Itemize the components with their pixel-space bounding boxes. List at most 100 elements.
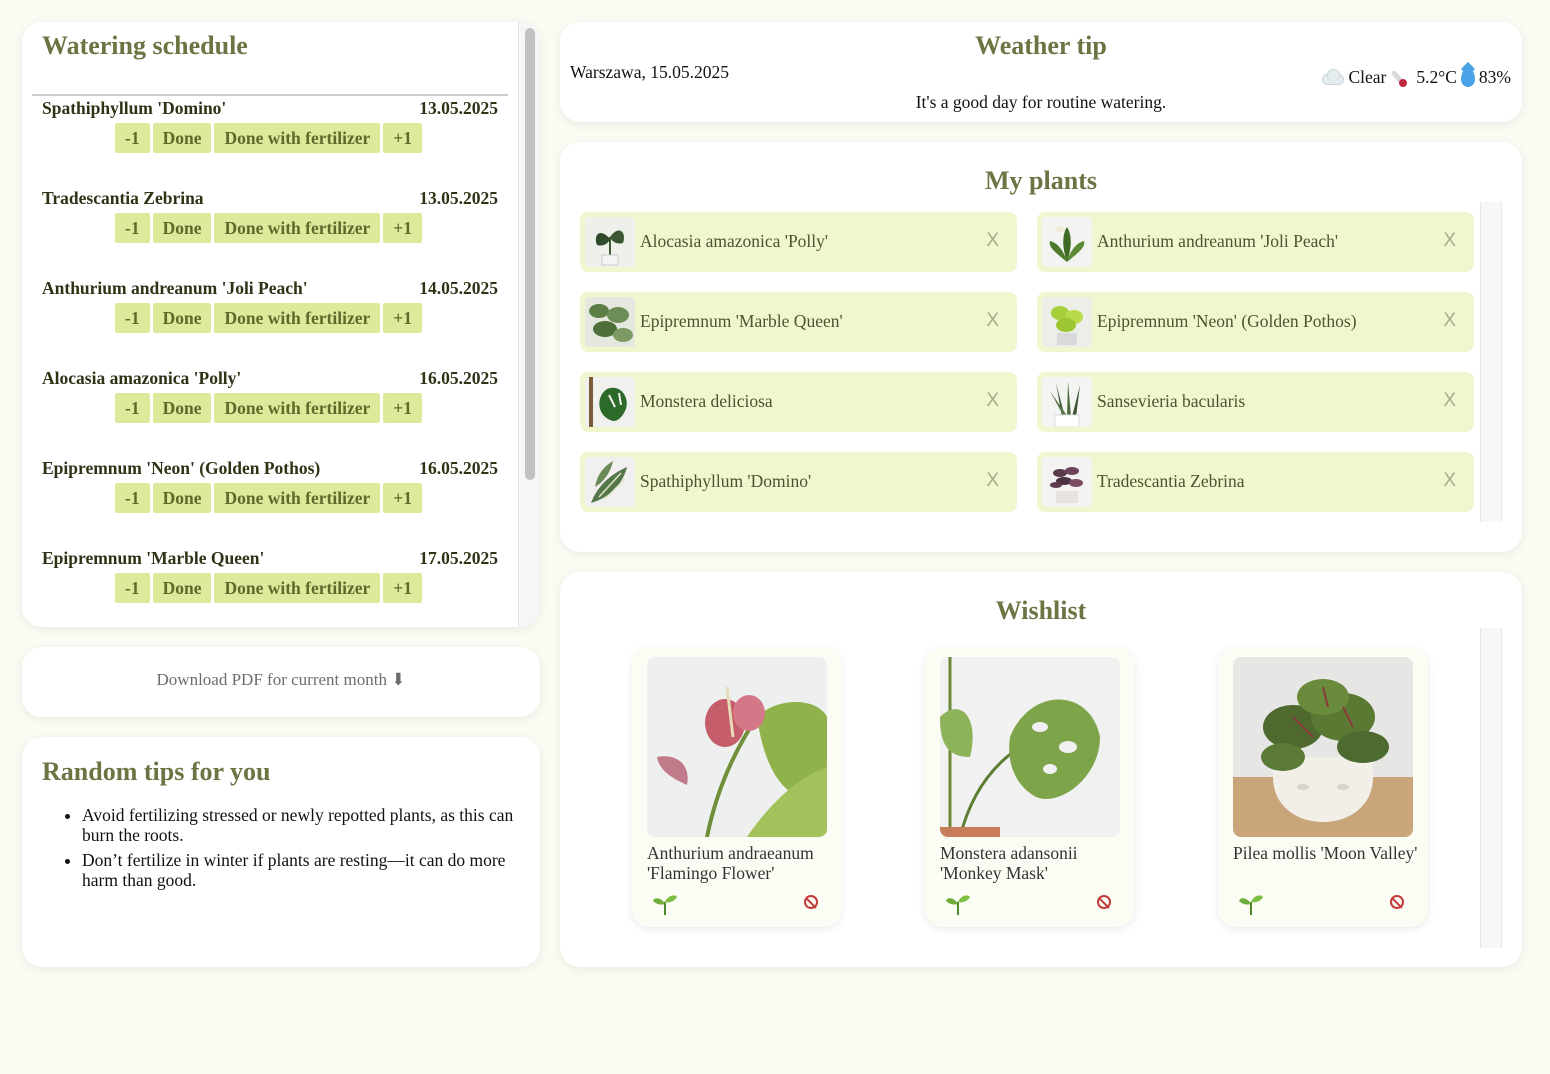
done-with-fertilizer-button[interactable]: Done with fertilizer	[214, 303, 381, 333]
weather-condition: Clear	[1348, 66, 1387, 87]
plant-item[interactable]: Epipremnum 'Neon' (Golden Pothos) X	[1037, 292, 1474, 352]
schedule-date: 17.05.2025	[419, 548, 498, 568]
no-entry-icon[interactable]	[1097, 895, 1111, 909]
plus-one-button[interactable]: +1	[383, 123, 422, 153]
remove-plant-button[interactable]: X	[1443, 390, 1456, 412]
divider	[32, 94, 508, 96]
wishlist-card[interactable]: Pilea mollis 'Moon Valley'	[1218, 647, 1428, 927]
tips-list: Avoid fertilizing stressed or newly repo…	[82, 805, 522, 895]
wishlist-plant-image	[940, 657, 1120, 837]
wishlist-plant-image	[1233, 657, 1413, 837]
plant-thumbnail	[585, 377, 635, 427]
plant-thumbnail	[585, 457, 635, 507]
plant-thumbnail	[1042, 297, 1092, 347]
weather-title: Weather tip	[975, 31, 1107, 60]
done-button[interactable]: Done	[152, 123, 212, 153]
schedule-item: Anthurium andreanum 'Joli Peach' 14.05.2…	[42, 278, 498, 348]
done-button[interactable]: Done	[152, 303, 212, 333]
schedule-plant-name: Tradescantia Zebrina	[42, 188, 204, 208]
plant-name: Alocasia amazonica 'Polly'	[640, 231, 829, 251]
done-button[interactable]: Done	[152, 483, 212, 513]
plus-one-button[interactable]: +1	[383, 573, 422, 603]
done-button[interactable]: Done	[152, 573, 212, 603]
plant-name: Anthurium andreanum 'Joli Peach'	[1097, 231, 1339, 251]
plant-name: Monstera deliciosa	[640, 391, 773, 411]
plant-thumbnail	[1042, 457, 1092, 507]
no-entry-icon[interactable]	[804, 895, 818, 909]
plant-thumbnail	[585, 217, 635, 267]
sprout-icon[interactable]	[945, 893, 971, 915]
wishlist-plant-name: Anthurium andraeanum 'Flamingo Flower'	[647, 843, 814, 883]
plant-item[interactable]: Sansevieria bacularis X	[1037, 372, 1474, 432]
plant-item[interactable]: Epipremnum 'Marble Queen' X	[580, 292, 1017, 352]
minus-one-button[interactable]: -1	[115, 123, 150, 153]
schedule-plant-name: Epipremnum 'Marble Queen'	[42, 548, 265, 568]
schedule-item: Epipremnum 'Neon' (Golden Pothos) 16.05.…	[42, 458, 498, 528]
schedule-date: 14.05.2025	[419, 278, 498, 298]
remove-plant-button[interactable]: X	[1443, 230, 1456, 252]
remove-plant-button[interactable]: X	[1443, 470, 1456, 492]
schedule-date: 13.05.2025	[419, 98, 498, 118]
remove-plant-button[interactable]: X	[986, 230, 999, 252]
done-with-fertilizer-button[interactable]: Done with fertilizer	[214, 393, 381, 423]
done-with-fertilizer-button[interactable]: Done with fertilizer	[214, 213, 381, 243]
plant-item[interactable]: Alocasia amazonica 'Polly' X	[580, 212, 1017, 272]
plus-one-button[interactable]: +1	[383, 483, 422, 513]
schedule-plant-name: Alocasia amazonica 'Polly'	[42, 368, 242, 388]
cloud-icon	[1322, 69, 1345, 85]
sprout-icon[interactable]	[1238, 893, 1264, 915]
plant-name: Tradescantia Zebrina	[1097, 471, 1245, 491]
weather-stats: Clear 5.2°C 83%	[1322, 66, 1511, 88]
scrollbar-thumb[interactable]	[525, 28, 535, 480]
minus-one-button[interactable]: -1	[115, 573, 150, 603]
weather-humidity: 83%	[1478, 66, 1511, 87]
minus-one-button[interactable]: -1	[115, 483, 150, 513]
weather-tip-text: It's a good day for routine watering.	[915, 92, 1167, 112]
plant-name: Epipremnum 'Neon' (Golden Pothos)	[1097, 311, 1357, 331]
minus-one-button[interactable]: -1	[115, 303, 150, 333]
done-with-fertilizer-button[interactable]: Done with fertilizer	[214, 573, 381, 603]
schedule-plant-name: Epipremnum 'Neon' (Golden Pothos)	[42, 458, 321, 478]
plus-one-button[interactable]: +1	[383, 213, 422, 243]
plants-scrollbar[interactable]	[1480, 202, 1502, 522]
download-pdf-label: Download PDF for current month ⬇	[156, 670, 406, 689]
schedule-scrollbar[interactable]	[518, 22, 540, 627]
plant-name: Epipremnum 'Marble Queen'	[640, 311, 843, 331]
schedule-item: Alocasia amazonica 'Polly' 16.05.2025 -1…	[42, 368, 498, 438]
remove-plant-button[interactable]: X	[1443, 310, 1456, 332]
wishlist-panel: Wishlist Anthurium andraeanum 'Flamingo …	[560, 572, 1522, 967]
wishlist-plant-name: Pilea mollis 'Moon Valley'	[1233, 843, 1418, 863]
tip-item: Don’t fertilize in winter if plants are …	[82, 850, 522, 890]
plus-one-button[interactable]: +1	[383, 393, 422, 423]
wishlist-plant-name: Monstera adansonii 'Monkey Mask'	[940, 843, 1078, 883]
no-entry-icon[interactable]	[1390, 895, 1404, 909]
plant-item[interactable]: Tradescantia Zebrina X	[1037, 452, 1474, 512]
plant-item[interactable]: Spathiphyllum 'Domino' X	[580, 452, 1017, 512]
weather-temperature: 5.2°C	[1416, 66, 1457, 87]
plant-item[interactable]: Monstera deliciosa X	[580, 372, 1017, 432]
remove-plant-button[interactable]: X	[986, 390, 999, 412]
wishlist-card[interactable]: Monstera adansonii 'Monkey Mask'	[925, 647, 1135, 927]
plus-one-button[interactable]: +1	[383, 303, 422, 333]
random-tips-panel: Random tips for you Avoid fertilizing st…	[22, 737, 540, 967]
done-button[interactable]: Done	[152, 213, 212, 243]
wishlist-card[interactable]: Anthurium andraeanum 'Flamingo Flower'	[632, 647, 842, 927]
sprout-icon[interactable]	[652, 893, 678, 915]
minus-one-button[interactable]: -1	[115, 393, 150, 423]
remove-plant-button[interactable]: X	[986, 470, 999, 492]
done-button[interactable]: Done	[152, 393, 212, 423]
download-pdf-button[interactable]: Download PDF for current month ⬇	[22, 647, 540, 717]
tip-item: Avoid fertilizing stressed or newly repo…	[82, 805, 522, 845]
plant-item[interactable]: Anthurium andreanum 'Joli Peach' X	[1037, 212, 1474, 272]
schedule-item: Tradescantia Zebrina 13.05.2025 -1 Done …	[42, 188, 498, 258]
plant-name: Spathiphyllum 'Domino'	[640, 471, 812, 491]
done-with-fertilizer-button[interactable]: Done with fertilizer	[214, 123, 381, 153]
wishlist-scrollbar[interactable]	[1480, 628, 1502, 948]
remove-plant-button[interactable]: X	[986, 310, 999, 332]
done-with-fertilizer-button[interactable]: Done with fertilizer	[214, 483, 381, 513]
schedule-date: 16.05.2025	[419, 368, 498, 388]
schedule-plant-name: Anthurium andreanum 'Joli Peach'	[42, 278, 308, 298]
schedule-item: Epipremnum 'Marble Queen' 17.05.2025 -1 …	[42, 548, 498, 618]
weather-tip-panel: Weather tip Warszawa, 15.05.2025 Clear 5…	[560, 22, 1522, 122]
minus-one-button[interactable]: -1	[115, 213, 150, 243]
